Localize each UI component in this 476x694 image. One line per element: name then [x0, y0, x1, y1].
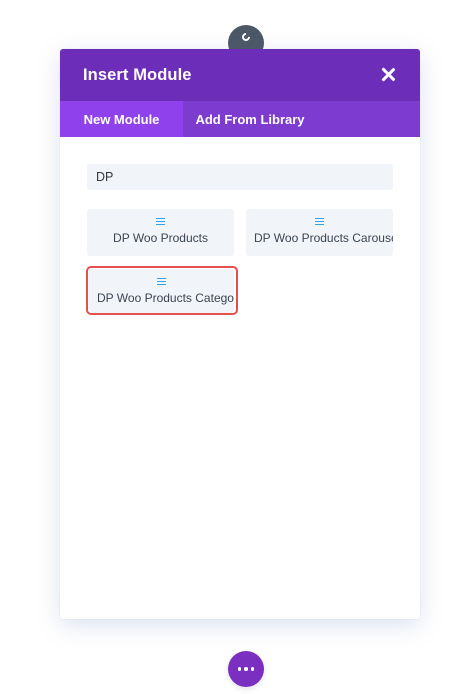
module-icon: [156, 218, 165, 225]
module-card-dp-woo-products-carousel[interactable]: DP Woo Products Carousel: [246, 209, 393, 256]
tab-new-module[interactable]: New Module: [60, 101, 183, 137]
module-icon: [157, 278, 166, 285]
more-dots-icon: [237, 667, 242, 671]
tab-add-from-library[interactable]: Add From Library: [183, 101, 317, 137]
modal-tabs: New Module Add From Library: [60, 101, 420, 137]
module-card-label: DP Woo Products Category: [97, 291, 234, 305]
modal-header: Insert Module: [60, 49, 420, 101]
module-card-label: DP Woo Products Carousel: [254, 231, 393, 245]
modal-body: DP Woo Products DP Woo Products Carousel…: [60, 137, 420, 329]
close-icon[interactable]: [380, 67, 396, 83]
module-icon: [315, 218, 324, 225]
module-card-dp-woo-products[interactable]: DP Woo Products: [87, 209, 234, 256]
more-dots-icon: [250, 667, 255, 671]
builder-stage: Insert Module New Module Add From Librar…: [0, 0, 476, 694]
module-search-input[interactable]: [87, 164, 393, 190]
module-grid: DP Woo Products DP Woo Products Carousel…: [87, 209, 393, 329]
more-options-button[interactable]: [228, 651, 264, 687]
modal-title: Insert Module: [83, 65, 192, 84]
module-card-label: DP Woo Products: [113, 231, 208, 245]
insert-module-modal: Insert Module New Module Add From Librar…: [60, 49, 420, 619]
more-dots-icon: [244, 667, 248, 671]
module-card-dp-woo-products-category[interactable]: DP Woo Products Category: [89, 269, 234, 313]
drag-handle-icon: [240, 31, 252, 43]
